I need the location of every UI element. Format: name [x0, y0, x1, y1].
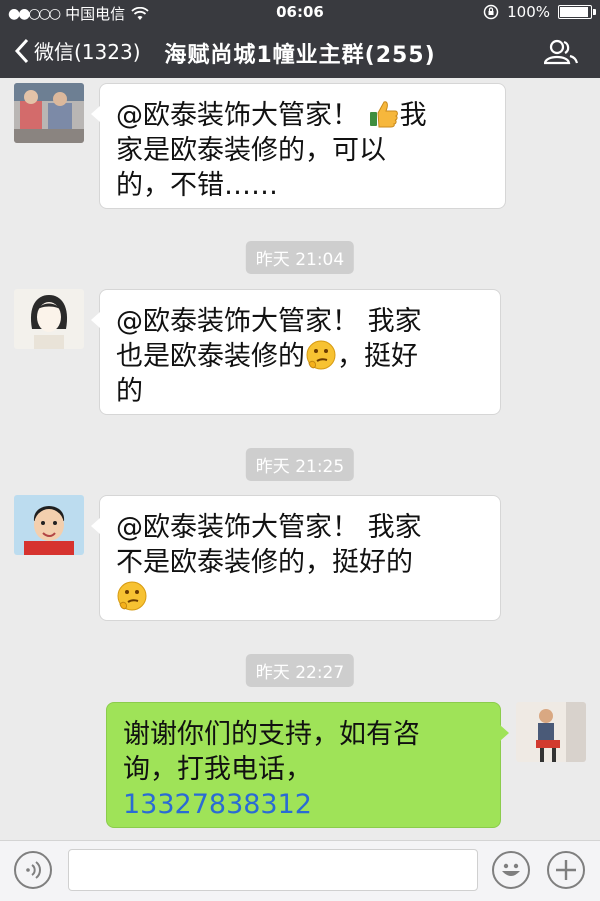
timestamp: 昨天 22:27 [245, 654, 355, 687]
message-text: 也是欧泰装修的 ，挺好 [116, 340, 418, 372]
photo-avatar[interactable] [14, 83, 84, 143]
message-bubble[interactable]: @欧泰装饰大管家！ 我家 不是欧泰装修的，挺好的 [91, 495, 501, 621]
message-bubble[interactable]: @欧泰装饰大管家！ 我 家是欧泰装修的，可以 的，不错…… [91, 83, 506, 209]
timestamp: 昨天 21:25 [245, 448, 355, 481]
plus-icon [556, 860, 576, 880]
voice-button[interactable] [14, 851, 52, 889]
status-bar: ●●○○○ 中国电信 06:06 100% [0, 0, 600, 24]
message-text-line: @欧泰装饰大管家！ 我家 [116, 306, 422, 337]
message-bubble[interactable]: @欧泰装饰大管家！ 我家 也是欧泰装修的 ，挺好 的 [91, 289, 501, 415]
battery-percent: 100% [507, 3, 550, 21]
message-text-line: 的 [116, 376, 143, 407]
phone-number-link[interactable]: 13327838312 [123, 787, 484, 822]
message-input[interactable] [68, 849, 478, 891]
top-bar: ●●○○○ 中国电信 06:06 100% 微信(1323) 海赋尚城1幢业主群… [0, 0, 600, 78]
battery-icon [558, 5, 596, 19]
thinking-face-icon [117, 581, 147, 611]
message-bubble-outgoing[interactable]: 谢谢你们的支持，如有咨 询，打我电话， 13327838312 [106, 702, 509, 828]
thinking-face-icon [306, 340, 336, 370]
message-text: @欧泰装饰大管家！ 我 [116, 100, 427, 131]
message-text-line: 询，打我电话， [123, 754, 312, 785]
chat-area[interactable]: @欧泰装饰大管家！ 我 家是欧泰装修的，可以 的，不错…… 昨天 21:04 @… [0, 78, 600, 840]
rotation-lock-icon [483, 4, 499, 20]
woman-avatar[interactable] [14, 289, 84, 349]
message-text-line: 不是欧泰装修的，挺好的 [116, 547, 413, 578]
more-button[interactable] [547, 851, 585, 889]
message-text-line: @欧泰装饰大管家！ 我家 [116, 512, 422, 543]
message-text [116, 580, 484, 615]
timestamp: 昨天 21:04 [245, 241, 355, 274]
chat-title: 海赋尚城1幢业主群(255) [164, 43, 436, 68]
group-members-icon[interactable] [544, 39, 578, 65]
child-avatar[interactable] [14, 495, 84, 555]
message-text-line: 的，不错…… [116, 170, 278, 201]
man-avatar[interactable] [516, 702, 586, 762]
emoji-icon [502, 863, 520, 876]
emoji-button[interactable] [492, 851, 530, 889]
voice-icon [26, 861, 41, 879]
input-bar [0, 840, 600, 901]
thumbs-up-icon [369, 101, 398, 128]
message-text-line: 家是欧泰装修的，可以 [116, 135, 386, 166]
nav-bar: 微信(1323) 海赋尚城1幢业主群(255) [0, 24, 600, 78]
message-text-line: 谢谢你们的支持，如有咨 [123, 719, 420, 750]
